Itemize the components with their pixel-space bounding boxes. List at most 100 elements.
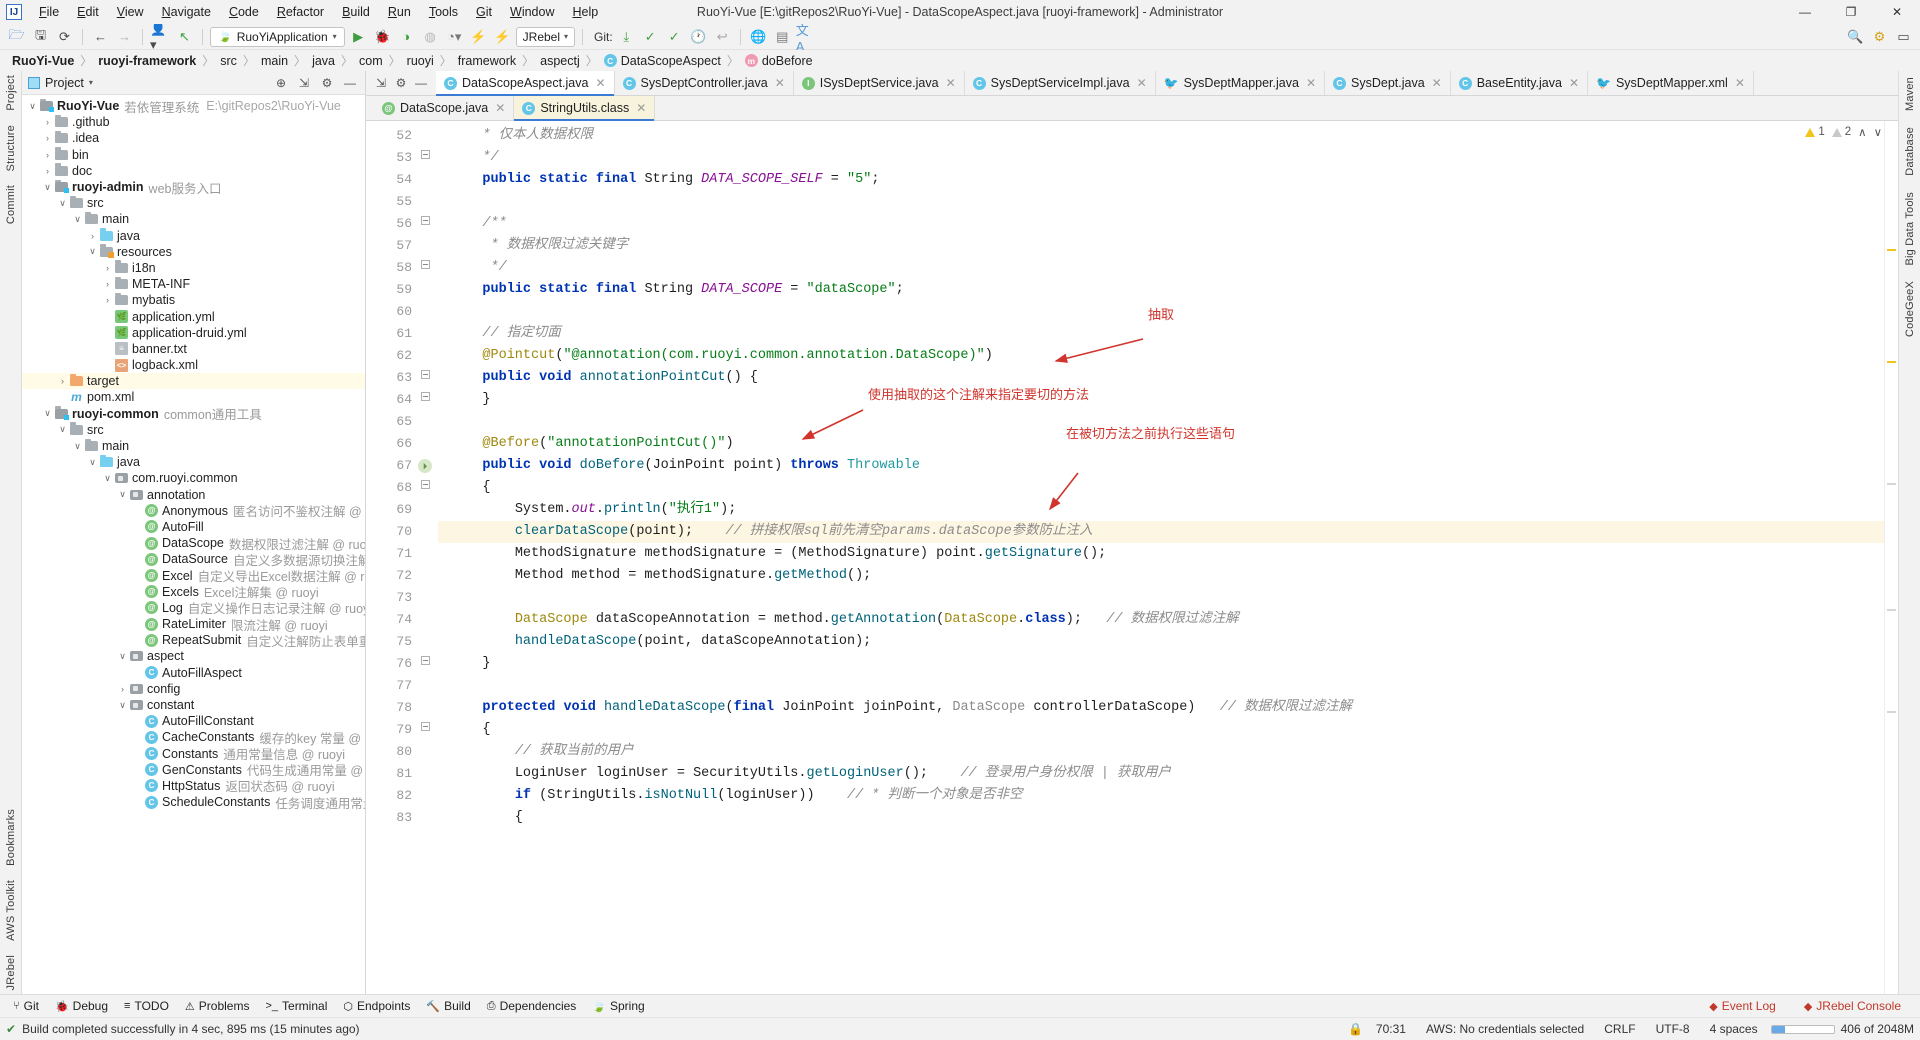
jrebel-selector[interactable]: JRebel ▾ — [515, 26, 576, 47]
lock-icon[interactable]: 🔒 — [1348, 1022, 1363, 1036]
tree-node[interactable]: › doc — [22, 163, 365, 179]
close-icon[interactable]: ✕ — [946, 76, 956, 90]
tree-node[interactable]: › java — [22, 228, 365, 244]
tree-node[interactable]: ∨ java — [22, 454, 365, 470]
hide-panel-icon[interactable]: — — [341, 74, 359, 92]
debug-icon[interactable]: 🐞 — [372, 26, 393, 47]
fold-end-icon[interactable] — [421, 656, 430, 665]
chevron-down-icon[interactable]: ∨ — [86, 457, 99, 468]
code-line[interactable]: protected void handleDataScope(final Joi… — [438, 697, 1884, 719]
editor-tab-baseentity-java[interactable]: C BaseEntity.java ✕ — [1450, 71, 1589, 95]
tree-node[interactable]: C AutoFillAspect — [22, 665, 365, 681]
chevron-down-icon[interactable]: ∨ — [41, 182, 54, 193]
warning-count[interactable]: 1 — [1805, 126, 1825, 138]
browser-icon[interactable]: 🌐 — [748, 26, 769, 47]
collapse-all-icon[interactable]: ⇲ — [295, 74, 313, 92]
maximize-button[interactable]: ❐ — [1828, 0, 1874, 24]
tool-window-button-todo[interactable]: ≡ TODO — [117, 997, 176, 1015]
menu-item-window[interactable]: Window — [501, 2, 563, 22]
prev-problem-icon[interactable]: ∧ — [1858, 125, 1866, 139]
chevron-down-icon[interactable]: ∨ — [116, 651, 129, 662]
chevron-right-icon[interactable]: › — [41, 117, 54, 127]
chevron-right-icon[interactable]: › — [86, 231, 99, 241]
tree-node[interactable]: @DataSource自定义多数据源切换注解 @ ruoyi — [22, 551, 365, 568]
close-icon[interactable]: ✕ — [495, 101, 505, 115]
sidebar-item-commit[interactable]: Commit — [5, 185, 17, 224]
tree-node[interactable]: @ AutoFill — [22, 519, 365, 535]
chevron-down-icon[interactable]: ∨ — [41, 408, 54, 419]
tree-node[interactable]: @ Anonymous 匿名访问不鉴权注解 @ ruoyi — [22, 503, 365, 519]
code-line[interactable]: // 获取当前的用户 — [438, 741, 1884, 763]
chevron-down-icon[interactable]: ∨ — [56, 424, 69, 435]
code-line[interactable] — [438, 191, 1884, 213]
tree-node[interactable]: @ DataScope 数据权限过滤注解 @ ruoyi — [22, 535, 365, 552]
git-push-icon[interactable]: ✓ — [664, 26, 685, 47]
tree-node[interactable]: @ RateLimiter 限流注解 @ ruoyi — [22, 616, 365, 633]
rollback-icon[interactable]: ↩ — [712, 26, 733, 47]
menu-item-navigate[interactable]: Navigate — [153, 2, 220, 22]
tree-node[interactable]: CGenConstants代码生成通用常量 @ ruoyi — [22, 762, 365, 778]
tree-node[interactable]: <> logback.xml — [22, 357, 365, 373]
tool-window-button-terminal[interactable]: >_ Terminal — [258, 997, 334, 1015]
weak-warning-count[interactable]: 2 — [1831, 126, 1851, 138]
fold-end-icon[interactable] — [421, 150, 430, 159]
code-line[interactable]: */ — [438, 147, 1884, 169]
tree-node[interactable]: ∨ constant — [22, 697, 365, 713]
close-button[interactable]: ✕ — [1874, 0, 1920, 24]
code-line[interactable]: public void annotationPointCut() { — [438, 367, 1884, 389]
code-line[interactable]: /** — [438, 213, 1884, 235]
breadcrumb-item-main[interactable]: main — [257, 53, 292, 69]
chevron-down-icon[interactable]: ∨ — [71, 214, 84, 225]
tree-node[interactable]: ∨ ruoyi-admin web服务入口 — [22, 179, 365, 196]
tree-node[interactable]: › target — [22, 373, 365, 390]
editor-tab-datascope-java[interactable]: @ DataScope.java ✕ — [374, 96, 515, 120]
sidebar-item-jrebel[interactable]: JRebel — [5, 955, 17, 990]
close-icon[interactable]: ✕ — [1306, 76, 1316, 90]
aws-status[interactable]: AWS: No credentials selected — [1419, 1022, 1591, 1036]
caret-position[interactable]: 70:31 — [1369, 1022, 1413, 1036]
file-encoding[interactable]: UTF-8 — [1649, 1022, 1697, 1036]
tree-node[interactable]: ∨ ruoyi-common common通用工具 — [22, 406, 365, 422]
tree-node[interactable]: ≡ banner.txt — [22, 341, 365, 357]
run-icon[interactable]: ▶ — [348, 26, 369, 47]
chevron-down-icon[interactable]: ∨ — [116, 700, 129, 711]
close-icon[interactable]: ✕ — [595, 76, 605, 90]
code-line[interactable]: handleDataScope(point, dataScopeAnnotati… — [438, 631, 1884, 653]
error-stripe-marker-bar[interactable] — [1884, 121, 1898, 994]
chevron-down-icon[interactable]: ∨ — [101, 473, 114, 484]
code-line[interactable]: public static final String DATA_SCOPE_SE… — [438, 169, 1884, 191]
breadcrumb-item-ruoyi[interactable]: ruoyi — [403, 53, 438, 69]
breadcrumb-item-ruoyi-vue[interactable]: RuoYi-Vue — [8, 53, 78, 69]
chevron-right-icon[interactable]: › — [101, 263, 114, 273]
breadcrumb-item-datascopeaspect[interactable]: C DataScopeAspect — [600, 53, 725, 69]
breadcrumb-item-ruoyi-framework[interactable]: ruoyi-framework — [94, 53, 200, 69]
code-line[interactable]: */ — [438, 257, 1884, 279]
breadcrumb-item-java[interactable]: java — [308, 53, 339, 69]
panel-settings-icon[interactable]: ⚙ — [318, 74, 336, 92]
close-icon[interactable]: ✕ — [1137, 76, 1147, 90]
chevron-right-icon[interactable]: › — [41, 166, 54, 176]
memory-indicator[interactable]: 406 of 2048M — [1770, 1022, 1914, 1036]
line-separator[interactable]: CRLF — [1597, 1022, 1642, 1036]
tree-node[interactable]: › bin — [22, 147, 365, 163]
layout-icon[interactable]: ▭ — [1893, 26, 1914, 47]
menu-item-tools[interactable]: Tools — [420, 2, 467, 22]
code-line[interactable]: } — [438, 653, 1884, 675]
tree-node[interactable]: ∨ aspect — [22, 648, 365, 664]
update-project-icon[interactable]: ↖ — [174, 26, 195, 47]
tool-window-button-spring[interactable]: 🍃 Spring — [585, 997, 651, 1015]
sidebar-item-big-data-tools[interactable]: Big Data Tools — [1904, 192, 1916, 266]
inspection-widget[interactable]: 1 2 ∧ ∨ — [1805, 125, 1882, 139]
tool-window-button-event-log[interactable]: ◆ Event Log — [1702, 997, 1783, 1015]
tree-node[interactable]: C HttpStatus 返回状态码 @ ruoyi — [22, 778, 365, 794]
tree-node[interactable]: 🌿 application.yml — [22, 308, 365, 324]
forward-arrow-icon[interactable]: → — [114, 26, 135, 47]
tree-node[interactable]: ∨ resources — [22, 244, 365, 260]
code-line[interactable]: MethodSignature methodSignature = (Metho… — [438, 543, 1884, 565]
user-profile-icon[interactable]: 👤▾ — [150, 21, 171, 52]
sidebar-item-project[interactable]: Project — [5, 75, 17, 111]
code-line[interactable]: public void doBefore(JoinPoint point) th… — [438, 455, 1884, 477]
tree-node[interactable]: @ RepeatSubmit 自定义注解防止表单重复提交 @ — [22, 632, 365, 649]
tree-node[interactable]: C Constants 通用常量信息 @ ruoyi — [22, 746, 365, 762]
chevron-down-icon[interactable]: ∨ — [116, 489, 129, 500]
